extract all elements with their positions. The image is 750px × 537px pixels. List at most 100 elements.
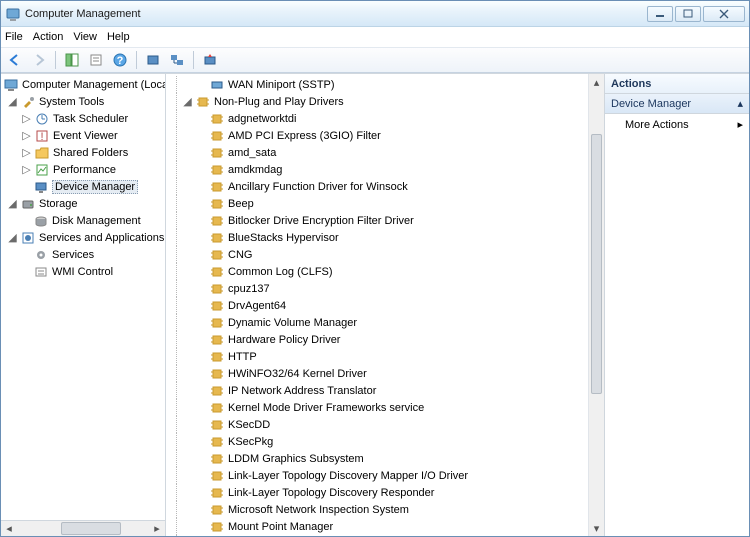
device-tree[interactable]: WAN Miniport (SSTP)◢Non-Plug and Play Dr… bbox=[166, 74, 588, 536]
tools-icon bbox=[20, 94, 36, 110]
tree-performance[interactable]: ▷ Performance bbox=[3, 161, 163, 178]
tree-event-viewer[interactable]: ▷ ! Event Viewer bbox=[3, 127, 163, 144]
device-item[interactable]: cpuz137 bbox=[176, 280, 588, 297]
device-item[interactable]: msisadrv bbox=[176, 535, 588, 536]
device-category[interactable]: ◢Non-Plug and Play Drivers bbox=[176, 93, 588, 110]
expand-icon[interactable]: ▷ bbox=[21, 147, 32, 158]
menu-help[interactable]: Help bbox=[107, 31, 130, 43]
driver-chip-icon bbox=[209, 111, 225, 127]
collapse-icon[interactable]: ◢ bbox=[7, 232, 18, 243]
device-item[interactable]: Kernel Mode Driver Frameworks service bbox=[176, 399, 588, 416]
scrollbar-thumb[interactable] bbox=[61, 522, 121, 535]
scroll-down-icon[interactable]: ▾ bbox=[589, 520, 604, 536]
menu-file[interactable]: File bbox=[5, 31, 23, 43]
scroll-right-icon[interactable]: ▸ bbox=[149, 522, 165, 536]
device-item[interactable]: IP Network Address Translator bbox=[176, 382, 588, 399]
device-item[interactable]: KSecDD bbox=[176, 416, 588, 433]
scrollbar-thumb[interactable] bbox=[591, 134, 602, 394]
tree-device-manager[interactable]: Device Manager bbox=[3, 178, 163, 195]
device-item[interactable]: Bitlocker Drive Encryption Filter Driver bbox=[176, 212, 588, 229]
device-item[interactable]: amdkmdag bbox=[176, 161, 588, 178]
view-devices-by-connection-button[interactable] bbox=[167, 50, 187, 70]
tree-label: Storage bbox=[39, 198, 78, 210]
driver-chip-icon bbox=[209, 77, 225, 93]
device-label: KSecDD bbox=[228, 419, 270, 431]
forward-button[interactable] bbox=[29, 50, 49, 70]
properties-button[interactable] bbox=[86, 50, 106, 70]
tree-task-scheduler[interactable]: ▷ Task Scheduler bbox=[3, 110, 163, 127]
tree-label: Event Viewer bbox=[53, 130, 118, 142]
expand-icon[interactable]: ▷ bbox=[21, 164, 32, 175]
device-item[interactable]: adgnetworktdi bbox=[176, 110, 588, 127]
console-tree[interactable]: Computer Management (Local) ◢ System Too… bbox=[1, 74, 165, 520]
device-item[interactable]: HWiNFO32/64 Kernel Driver bbox=[176, 365, 588, 382]
device-label: amd_sata bbox=[228, 147, 276, 159]
scan-hardware-button[interactable] bbox=[200, 50, 220, 70]
menu-action[interactable]: Action bbox=[33, 31, 64, 43]
device-label: CNG bbox=[228, 249, 252, 261]
tree-services-apps[interactable]: ◢ Services and Applications bbox=[3, 229, 163, 246]
driver-chip-icon bbox=[209, 332, 225, 348]
device-item[interactable]: Common Log (CLFS) bbox=[176, 263, 588, 280]
device-item[interactable]: Dynamic Volume Manager bbox=[176, 314, 588, 331]
event-icon: ! bbox=[34, 128, 50, 144]
device-label: adgnetworktdi bbox=[228, 113, 297, 125]
actions-header: Actions bbox=[605, 74, 749, 94]
scroll-up-icon[interactable]: ▴ bbox=[589, 74, 604, 90]
back-button[interactable] bbox=[5, 50, 25, 70]
collapse-icon[interactable]: ◢ bbox=[7, 198, 18, 209]
device-item[interactable]: Hardware Policy Driver bbox=[176, 331, 588, 348]
device-item[interactable]: HTTP bbox=[176, 348, 588, 365]
collapse-icon[interactable]: ◢ bbox=[182, 96, 193, 107]
tree-services[interactable]: Services bbox=[3, 246, 163, 263]
tree-disk-management[interactable]: Disk Management bbox=[3, 212, 163, 229]
svg-text:!: ! bbox=[40, 131, 43, 143]
device-label: Ancillary Function Driver for Winsock bbox=[228, 181, 408, 193]
device-item[interactable]: CNG bbox=[176, 246, 588, 263]
device-item[interactable]: LDDM Graphics Subsystem bbox=[176, 450, 588, 467]
maximize-button[interactable] bbox=[675, 6, 701, 22]
device-item[interactable]: BlueStacks Hypervisor bbox=[176, 229, 588, 246]
computer-icon bbox=[3, 77, 19, 93]
device-label: AMD PCI Express (3GIO) Filter bbox=[228, 130, 381, 142]
actions-context[interactable]: Device Manager ▴ bbox=[605, 94, 749, 114]
expand-icon[interactable]: ▷ bbox=[21, 113, 32, 124]
device-item[interactable]: Mount Point Manager bbox=[176, 518, 588, 535]
vertical-scrollbar[interactable]: ▴ ▾ bbox=[588, 74, 604, 536]
driver-chip-icon bbox=[209, 400, 225, 416]
tree-storage[interactable]: ◢ Storage bbox=[3, 195, 163, 212]
collapse-icon[interactable]: ◢ bbox=[7, 96, 18, 107]
tree-root[interactable]: Computer Management (Local) bbox=[3, 76, 163, 93]
device-item[interactable]: Link-Layer Topology Discovery Responder bbox=[176, 484, 588, 501]
device-item[interactable]: KSecPkg bbox=[176, 433, 588, 450]
horizontal-scrollbar[interactable]: ◂ ▸ bbox=[1, 520, 165, 536]
scroll-left-icon[interactable]: ◂ bbox=[1, 522, 17, 536]
help-button[interactable]: ? bbox=[110, 50, 130, 70]
device-item[interactable]: amd_sata bbox=[176, 144, 588, 161]
menu-view[interactable]: View bbox=[73, 31, 97, 43]
device-item[interactable]: DrvAgent64 bbox=[176, 297, 588, 314]
device-item[interactable]: Link-Layer Topology Discovery Mapper I/O… bbox=[176, 467, 588, 484]
tree-system-tools[interactable]: ◢ System Tools bbox=[3, 93, 163, 110]
expand-icon[interactable]: ▷ bbox=[21, 130, 32, 141]
show-hide-tree-button[interactable] bbox=[62, 50, 82, 70]
tree-wmi-control[interactable]: WMI Control bbox=[3, 263, 163, 280]
device-label: Bitlocker Drive Encryption Filter Driver bbox=[228, 215, 414, 227]
body: Computer Management (Local) ◢ System Too… bbox=[1, 73, 749, 536]
device-item[interactable]: Ancillary Function Driver for Winsock bbox=[176, 178, 588, 195]
device-item[interactable]: WAN Miniport (SSTP) bbox=[176, 76, 588, 93]
driver-chip-icon bbox=[209, 417, 225, 433]
device-item[interactable]: Microsoft Network Inspection System bbox=[176, 501, 588, 518]
details-pane: WAN Miniport (SSTP)◢Non-Plug and Play Dr… bbox=[166, 74, 604, 536]
close-button[interactable] bbox=[703, 6, 745, 22]
tree-label: Computer Management (Local) bbox=[22, 79, 165, 91]
minimize-button[interactable] bbox=[647, 6, 673, 22]
menu-bar: File Action View Help bbox=[1, 27, 749, 47]
view-devices-by-type-button[interactable] bbox=[143, 50, 163, 70]
device-label: HTTP bbox=[228, 351, 257, 363]
tree-shared-folders[interactable]: ▷ Shared Folders bbox=[3, 144, 163, 161]
services-apps-icon bbox=[20, 230, 36, 246]
device-item[interactable]: Beep bbox=[176, 195, 588, 212]
device-item[interactable]: AMD PCI Express (3GIO) Filter bbox=[176, 127, 588, 144]
actions-more[interactable]: More Actions ▸ bbox=[605, 114, 749, 135]
